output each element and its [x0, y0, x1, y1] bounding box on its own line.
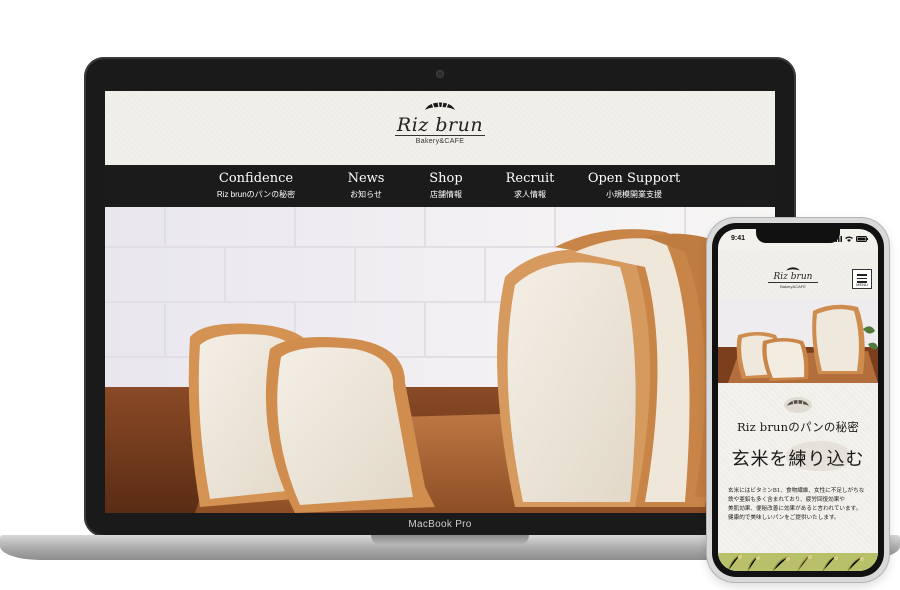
secret-section: Riz brunのパンの秘密 玄米を練り込む 玄米にはビタミンB1、食物繊維、女… [718, 383, 878, 571]
laptop-frame: Riz brun Bakery&CAFE Confidence Riz brun… [84, 57, 796, 537]
hero-image [105, 207, 775, 513]
nav-label-en: Confidence [218, 171, 294, 186]
nav-label-ja: 店舗情報 [430, 190, 462, 199]
menu-button[interactable]: MENU [852, 269, 872, 289]
body-line: 鉄や亜鉛も多く含まれており、疲労回復効果や [728, 497, 845, 503]
laptop-notch [371, 535, 529, 545]
hamburger-icon [857, 277, 867, 279]
logo-name: Riz brun [395, 114, 485, 136]
camera-icon [437, 71, 443, 77]
mobile-logo[interactable]: Riz brun Bakery&CAFE [768, 265, 818, 289]
nav-label-en: Shop [429, 171, 463, 186]
nav-item-recruit[interactable]: Recruit 求人情報 [486, 165, 574, 207]
nav-item-shop[interactable]: Shop 店舗情報 [406, 165, 486, 207]
body-line: 健康的で美味しいパンをご提供いたします。 [728, 515, 840, 521]
mobile-header: Riz brun Bakery&CAFE MENU [718, 251, 878, 299]
phone-notch [756, 229, 840, 243]
section-heading: Riz brunのパンの秘密 [736, 420, 860, 434]
body-line: 玄米にはビタミンB1、食物繊維、女性に不足しがちな [728, 488, 865, 494]
mobile-hero-image [718, 299, 878, 383]
main-nav: Confidence Riz brunのパンの秘密 News お知らせ Shop… [105, 165, 775, 207]
site-header: Riz brun Bakery&CAFE [105, 91, 775, 165]
menu-label: MENU [856, 282, 868, 287]
mobile-logo-name: Riz brun [768, 272, 818, 283]
logo-subtitle: Bakery&CAFE [415, 138, 465, 145]
bread-photo [105, 207, 775, 513]
mobile-logo-subtitle: Bakery&CAFE [780, 284, 806, 289]
mobile-screen: 9:41 Riz brun Bakery&CAFE MENU Riz brunの… [718, 229, 878, 571]
nav-label-en: News [347, 171, 385, 186]
nav-item-news[interactable]: News お知らせ [326, 165, 406, 207]
signal-icon [833, 236, 842, 242]
hamburger-icon [857, 274, 867, 276]
bread-photo [718, 299, 878, 383]
site-logo[interactable]: Riz brun Bakery&CAFE [395, 97, 485, 145]
nav-label-en: Open Support [587, 171, 681, 186]
body-line: 美肌効果、便秘改善に効果があると言われています。 [728, 506, 862, 512]
rice-field-image [718, 553, 878, 571]
nav-item-confidence[interactable]: Confidence Riz brunのパンの秘密 [186, 165, 326, 207]
battery-icon [856, 236, 868, 242]
phone-bezel: 9:41 Riz brun Bakery&CAFE MENU Riz brunの… [712, 223, 884, 577]
croissant-icon [784, 397, 812, 413]
phone-frame: 9:41 Riz brun Bakery&CAFE MENU Riz brunの… [707, 218, 889, 582]
status-icons [833, 236, 868, 242]
nav-label-en: Recruit [505, 171, 555, 186]
catch-text: 玄米を練り込む [731, 449, 865, 470]
nav-label-ja: 求人情報 [514, 190, 546, 199]
croissant-icon [786, 267, 800, 271]
nav-label-ja: 小規模開業支援 [606, 190, 662, 199]
rice-photo [718, 553, 878, 571]
nav-item-open-support[interactable]: Open Support 小規模開業支援 [574, 165, 694, 207]
nav-label-ja: お知らせ [350, 190, 382, 199]
catch-copy: 玄米を練り込む [718, 441, 878, 471]
croissant-icon [425, 101, 455, 110]
nav-label-ja: Riz brunのパンの秘密 [216, 190, 296, 199]
wifi-icon [845, 236, 853, 242]
laptop-label: MacBook Pro [408, 519, 472, 530]
status-time: 9:41 [731, 235, 746, 242]
desktop-screen: Riz brun Bakery&CAFE Confidence Riz brun… [105, 91, 775, 513]
body-text: 玄米にはビタミンB1、食物繊維、女性に不足しがちな 鉄や亜鉛も多く含まれており、… [728, 487, 870, 523]
